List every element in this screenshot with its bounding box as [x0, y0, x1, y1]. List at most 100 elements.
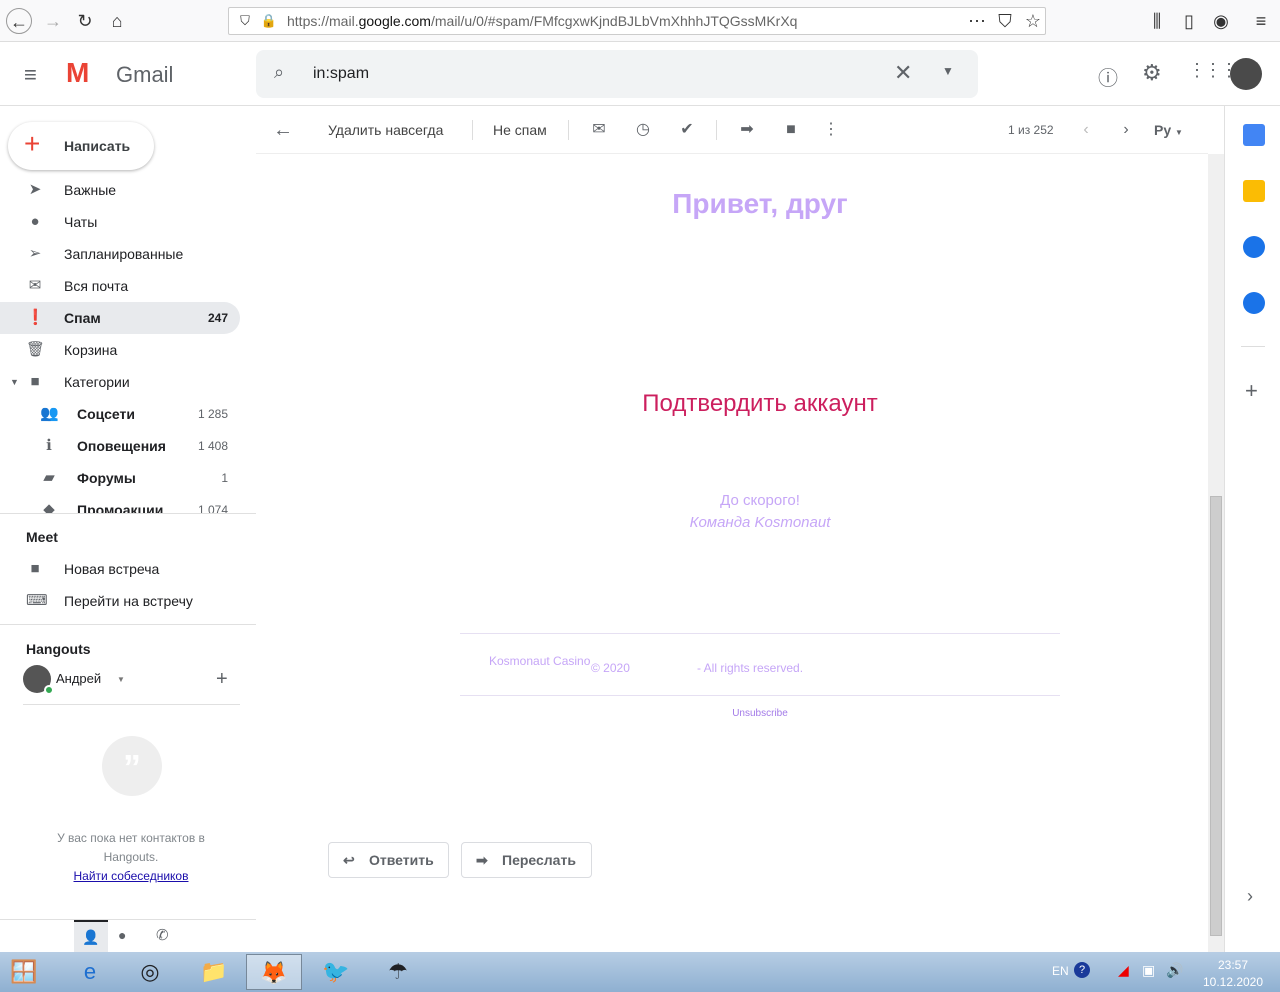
- pocket-icon[interactable]: ⛉: [992, 8, 1018, 34]
- network-tray-icon[interactable]: ▣: [1142, 962, 1155, 979]
- search-icon[interactable]: ⌕: [274, 62, 284, 83]
- forward-button[interactable]: ➡ Переслать: [461, 842, 592, 878]
- chat-tab-icon[interactable]: ●: [118, 927, 126, 943]
- divider: [472, 120, 473, 140]
- sidebar-item-important[interactable]: ➤ Важные: [0, 174, 240, 206]
- chat-icon: ●: [30, 213, 40, 230]
- language-indicator[interactable]: EN: [1052, 964, 1069, 978]
- language-label: Ру: [1154, 122, 1172, 138]
- side-panel: + ›: [1224, 106, 1280, 952]
- search-bar[interactable]: ⌕ in:spam ✕ ▼: [256, 50, 978, 98]
- hummingbird-app-icon[interactable]: 🐦: [308, 954, 364, 990]
- help-tray-icon[interactable]: ?: [1074, 962, 1090, 978]
- keyboard-icon: ⌨: [26, 592, 48, 609]
- sidebar-item-scheduled[interactable]: ➢ Запланированные: [0, 238, 240, 270]
- clear-search-icon[interactable]: ✕: [894, 60, 912, 86]
- calendar-icon[interactable]: [1243, 124, 1265, 146]
- expand-panel-icon[interactable]: ›: [1247, 886, 1253, 907]
- menu-icon[interactable]: ≡: [1248, 8, 1274, 34]
- sidebar-item-updates[interactable]: ℹ Оповещения 1 408: [0, 430, 240, 462]
- volume-icon[interactable]: 🔊: [1166, 962, 1183, 979]
- mail-icon: ✉: [28, 277, 42, 294]
- settings-gear-icon[interactable]: ⚙: [1142, 60, 1162, 86]
- shield-icon[interactable]: ⛉: [232, 8, 258, 34]
- scrollbar-thumb[interactable]: [1210, 496, 1222, 936]
- sidebar-item-categories[interactable]: ▼ ■ Категории: [0, 366, 240, 398]
- reload-icon[interactable]: ↻: [72, 8, 98, 34]
- sidebar-item-chats[interactable]: ● Чаты: [0, 206, 240, 238]
- explorer-folder-icon[interactable]: 📁: [186, 954, 242, 990]
- main-menu-icon[interactable]: ≡: [24, 62, 37, 88]
- firefox-icon[interactable]: 🦊: [246, 954, 302, 990]
- label-icon[interactable]: ■: [780, 119, 802, 141]
- more-vert-icon[interactable]: ⋮: [820, 119, 842, 141]
- confirm-account-link[interactable]: Подтвердить аккаунт: [256, 390, 1264, 418]
- network-activity-icon[interactable]: ◢: [1118, 962, 1129, 979]
- back-to-list-icon[interactable]: ←: [272, 119, 294, 141]
- sidebar-item-forums[interactable]: ▰ Форумы 1: [0, 462, 240, 494]
- clock-time[interactable]: 23:57: [1196, 958, 1270, 972]
- contacts-tab-icon[interactable]: 👤: [74, 920, 108, 952]
- search-options-icon[interactable]: ▼: [942, 64, 954, 78]
- bookmark-star-icon[interactable]: ☆: [1020, 8, 1046, 34]
- apps-grid-icon[interactable]: ⋮⋮⋮: [1188, 60, 1238, 81]
- add-addon-icon[interactable]: +: [1245, 378, 1258, 404]
- help-icon[interactable]: ⓘ: [1098, 62, 1118, 91]
- people-icon: 👥: [40, 405, 59, 422]
- scheduled-icon: ➢: [28, 245, 42, 262]
- keep-icon[interactable]: [1243, 180, 1265, 202]
- sidebar-item-trash[interactable]: 🗑 Корзина: [0, 334, 240, 366]
- lock-icon: 🔒: [260, 13, 278, 28]
- meet-join-meeting[interactable]: ⌨ Перейти на встречу: [0, 585, 240, 617]
- app-name: Gmail: [116, 62, 174, 87]
- move-to-icon[interactable]: ➡: [736, 119, 758, 141]
- reply-icon: ↩: [343, 852, 355, 868]
- expand-arrow-icon[interactable]: ▼: [10, 366, 19, 398]
- home-icon[interactable]: ⌂: [104, 8, 130, 34]
- add-contact-icon[interactable]: +: [216, 668, 228, 691]
- older-chevron-icon[interactable]: ›: [1115, 119, 1137, 141]
- unsubscribe-link[interactable]: Unsubscribe: [256, 708, 1264, 719]
- start-button-icon[interactable]: 🪟: [0, 954, 48, 990]
- meet-new-meeting[interactable]: ■ Новая встреча: [0, 553, 240, 585]
- contacts-icon[interactable]: [1243, 292, 1265, 314]
- pagination-text: 1 из 252: [1008, 123, 1054, 137]
- library-icon[interactable]: ⫼: [1144, 8, 1170, 34]
- delete-forever-button[interactable]: Удалить навсегда: [328, 118, 443, 142]
- divider: [23, 704, 240, 705]
- back-icon[interactable]: ←: [6, 8, 32, 34]
- input-language-select[interactable]: Ру ▼: [1154, 118, 1183, 142]
- hangouts-user[interactable]: Андрей: [56, 671, 101, 686]
- sidebar-icon[interactable]: ▯: [1176, 8, 1202, 34]
- forum-icon: ▰: [43, 469, 55, 486]
- account-icon[interactable]: ◉: [1208, 8, 1234, 34]
- sidebar-item-promotions[interactable]: ◆ Промоакции 1 074: [0, 494, 240, 514]
- phone-tab-icon[interactable]: ✆: [156, 926, 169, 944]
- reply-button[interactable]: ↩ Ответить: [328, 842, 449, 878]
- more-icon[interactable]: ⋯: [964, 8, 990, 34]
- mark-unread-icon[interactable]: ✉: [588, 119, 610, 141]
- forward-icon[interactable]: →: [40, 8, 66, 34]
- sidebar-item-social[interactable]: 👥 Соцсети 1 285: [0, 398, 240, 430]
- tasks-icon[interactable]: [1243, 236, 1265, 258]
- sidebar-item-all-mail[interactable]: ✉ Вся почта: [0, 270, 240, 302]
- scrollbar[interactable]: [1208, 154, 1224, 952]
- newer-chevron-icon[interactable]: ‹: [1075, 119, 1097, 141]
- footer-brand: Kosmonaut Casino: [489, 654, 591, 668]
- sidebar-item-spam[interactable]: ❗ Спам 247: [0, 302, 240, 334]
- not-spam-button[interactable]: Не спам: [493, 118, 547, 142]
- avatar[interactable]: [1230, 58, 1262, 90]
- compose-button[interactable]: + Написать: [8, 122, 154, 170]
- chrome-icon[interactable]: ◎: [122, 954, 178, 990]
- snooze-clock-icon[interactable]: ◷: [632, 119, 654, 141]
- gmail-logo-icon[interactable]: M: [66, 59, 102, 87]
- clock-date[interactable]: 10.12.2020: [1196, 975, 1270, 989]
- find-contacts-link[interactable]: Найти собеседников: [0, 869, 262, 883]
- add-task-icon[interactable]: ✔: [676, 119, 698, 141]
- app-icon[interactable]: ☂: [370, 954, 426, 990]
- internet-explorer-icon[interactable]: e: [62, 954, 118, 990]
- search-input[interactable]: in:spam: [313, 65, 369, 83]
- url-bar[interactable]: https://mail.google.com/mail/u/0/#spam/F…: [228, 7, 1046, 35]
- divider: [460, 633, 1060, 634]
- user-dropdown-icon[interactable]: ▼: [117, 675, 125, 684]
